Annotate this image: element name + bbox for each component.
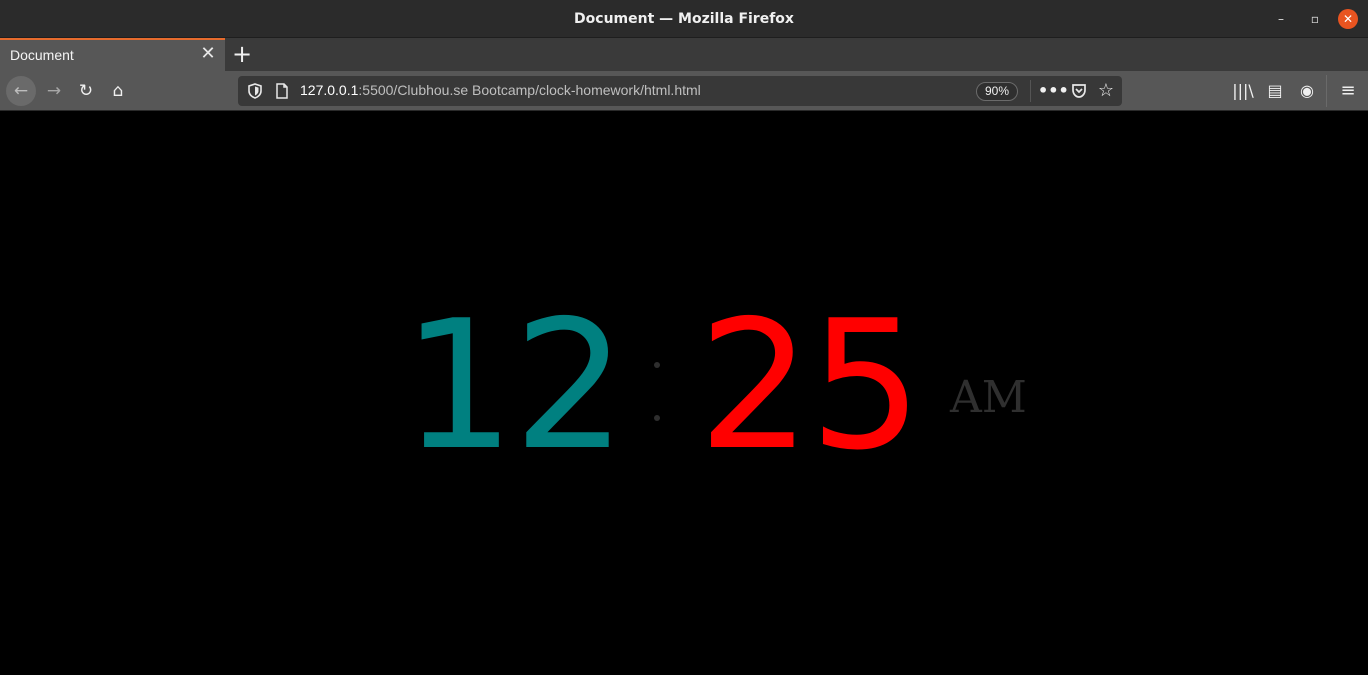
back-icon[interactable]: ← (6, 76, 36, 106)
zoom-level-badge[interactable]: 90% (976, 82, 1018, 101)
clock-hours: 12 (402, 282, 626, 489)
clock-colon-dot-top (654, 362, 660, 368)
tab-document[interactable]: Document ✕ (0, 38, 225, 71)
close-tab-icon[interactable]: ✕ (199, 45, 217, 63)
page-content: 12 25 AM (0, 112, 1368, 675)
bookmark-star-icon[interactable]: ☆ (1095, 80, 1117, 102)
tab-label: Document (10, 47, 74, 63)
clock-period: AM (950, 372, 1027, 423)
url-bar[interactable]: 127.0.0.1:5500/Clubhou.se Bootcamp/clock… (238, 76, 1122, 106)
hamburger-menu-icon[interactable]: ≡ (1337, 80, 1359, 102)
forward-icon[interactable]: → (39, 76, 69, 106)
page-info-icon[interactable] (274, 82, 290, 100)
tab-strip: Document ✕ + (0, 38, 1368, 71)
navigation-toolbar: ← → ↻ ⌂ 127.0.0.1:5500/Clubhou.se Bootca… (0, 71, 1368, 111)
close-window-icon[interactable]: ✕ (1338, 9, 1358, 29)
sidebar-toggle-icon[interactable]: ▤ (1264, 80, 1286, 102)
page-actions-menu-icon[interactable]: ••• (1038, 80, 1069, 102)
clock-minutes: 25 (698, 282, 922, 489)
library-icon[interactable]: |||\ (1232, 80, 1254, 102)
toolbar-divider (1326, 75, 1327, 107)
window-title: Document — Mozilla Firefox (574, 11, 794, 27)
url-path: :5500/Clubhou.se Bootcamp/clock-homework… (358, 82, 701, 98)
new-tab-icon[interactable]: + (231, 42, 253, 66)
minimize-icon[interactable]: – (1271, 9, 1291, 29)
pocket-icon[interactable] (1068, 80, 1090, 102)
window-titlebar: Document — Mozilla Firefox – ▫ ✕ (0, 0, 1368, 38)
reload-icon[interactable]: ↻ (71, 76, 101, 106)
urlbar-divider (1030, 80, 1031, 102)
url-text[interactable]: 127.0.0.1:5500/Clubhou.se Bootcamp/clock… (300, 82, 701, 98)
home-icon[interactable]: ⌂ (103, 76, 133, 106)
clock-colon-dot-bottom (654, 415, 660, 421)
maximize-icon[interactable]: ▫ (1305, 9, 1325, 29)
url-host: 127.0.0.1 (300, 82, 359, 98)
tracking-protection-shield-icon[interactable] (246, 82, 264, 100)
account-icon[interactable]: ◉ (1296, 80, 1318, 102)
